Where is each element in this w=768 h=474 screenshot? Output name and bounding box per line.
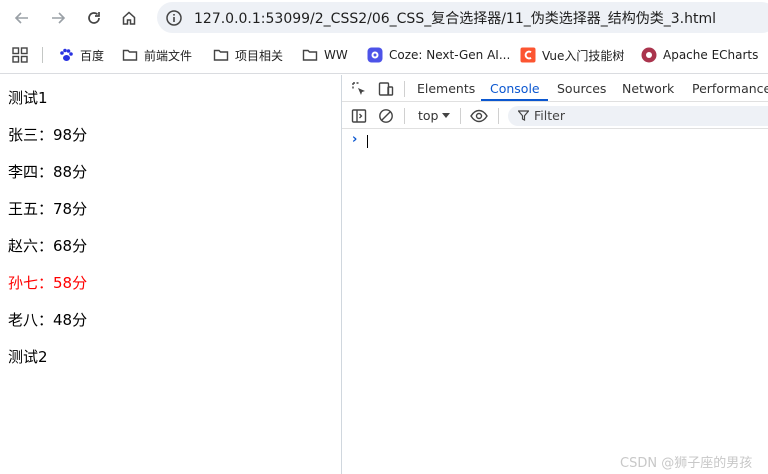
bookmark-baidu[interactable]: 百度	[58, 45, 104, 65]
forward-arrow-icon	[52, 12, 66, 24]
bookmarks-bar: 百度 前端文件 项目相关 WW Coze: Next-Gen AI... Vue…	[0, 36, 768, 74]
console-input-area[interactable]: ›	[342, 130, 768, 474]
clear-console-button[interactable]	[377, 107, 395, 125]
devtools-tab-bar: Elements Console Sources Network Perform…	[342, 75, 768, 102]
filter-funnel-icon	[518, 110, 529, 121]
device-toggle-icon	[378, 82, 394, 96]
site-info-icon[interactable]	[165, 9, 183, 27]
bookmark-label: 项目相关	[235, 48, 284, 63]
home-button[interactable]	[117, 6, 141, 30]
csdn-c-icon	[520, 47, 536, 63]
folder-icon	[213, 49, 229, 61]
echarts-icon	[641, 47, 657, 63]
console-toolbar: top Filter	[342, 103, 768, 129]
toolbar-divider	[404, 81, 405, 97]
forward-button[interactable]	[46, 6, 70, 30]
page-text-line: 赵六：68分	[8, 237, 88, 255]
active-tab-indicator	[481, 99, 548, 101]
page-text-line-highlighted: 孙七：58分	[8, 274, 88, 292]
tab-performance[interactable]: Performance	[692, 81, 768, 96]
tab-network[interactable]: Network	[622, 81, 674, 96]
bookmark-folder-frontend[interactable]: 前端文件	[122, 45, 192, 65]
bookmark-folder-projects[interactable]: 项目相关	[213, 45, 283, 65]
bookmark-vue[interactable]: Vue入门技能树	[520, 45, 624, 65]
page-text-line: 李四：88分	[8, 163, 88, 181]
address-bar[interactable]: 127.0.0.1:53099/2_CSS2/06_CSS_复合选择器/11_伪…	[157, 2, 768, 33]
reload-icon	[88, 12, 100, 24]
bookmark-coze[interactable]: Coze: Next-Gen AI...	[367, 45, 510, 65]
live-expression-button[interactable]	[470, 107, 488, 125]
page-content: 测试1 张三：98分 李四：88分 王五：78分 赵六：68分 孙七：58分 老…	[0, 75, 341, 474]
back-button[interactable]	[10, 6, 34, 30]
apps-button[interactable]	[12, 45, 34, 65]
bookmark-label: WW	[324, 48, 348, 62]
bookmark-label: Vue入门技能树	[542, 48, 625, 63]
clear-console-icon	[379, 109, 393, 123]
bookmark-label: 百度	[80, 48, 105, 63]
browser-toolbar: 127.0.0.1:53099/2_CSS2/06_CSS_复合选择器/11_伪…	[0, 0, 768, 36]
context-selector[interactable]: top	[418, 108, 438, 123]
eye-icon	[470, 109, 488, 123]
coze-icon	[367, 47, 383, 63]
home-icon	[122, 11, 136, 25]
apps-grid-icon	[12, 47, 28, 63]
bookmark-label: Coze: Next-Gen AI...	[389, 48, 511, 62]
toolbar-divider	[498, 108, 499, 124]
toolbar-divider	[460, 108, 461, 124]
page-text-line: 老八：48分	[8, 311, 88, 329]
back-arrow-icon	[14, 12, 28, 24]
bookmark-folder-ww[interactable]: WW	[302, 45, 348, 65]
sidebar-toggle-icon	[351, 109, 367, 123]
tab-elements[interactable]: Elements	[417, 81, 475, 96]
console-filter-input[interactable]: Filter	[508, 106, 768, 126]
context-dropdown-caret-icon[interactable]	[442, 113, 450, 118]
inspect-element-button[interactable]	[350, 80, 368, 98]
bookmark-label: Apache ECharts	[663, 48, 759, 62]
page-text-line: 测试1	[8, 89, 48, 107]
bookmark-label: 前端文件	[144, 48, 193, 63]
show-sidebar-button[interactable]	[350, 107, 368, 125]
url-text[interactable]: 127.0.0.1:53099/2_CSS2/06_CSS_复合选择器/11_伪…	[194, 8, 716, 28]
toolbar-divider	[404, 108, 405, 124]
device-toolbar-button[interactable]	[377, 80, 395, 98]
bookmarks-separator	[42, 47, 43, 63]
filter-placeholder: Filter	[534, 108, 565, 123]
page-text-line: 张三：98分	[8, 126, 88, 144]
devtools-panel: Elements Console Sources Network Perform…	[341, 75, 768, 474]
folder-icon	[302, 49, 318, 61]
bookmark-echarts[interactable]: Apache ECharts	[641, 45, 758, 65]
tab-console[interactable]: Console	[490, 81, 540, 96]
text-caret	[367, 135, 368, 148]
reload-button[interactable]	[82, 6, 106, 30]
page-text-line: 王五：78分	[8, 200, 88, 218]
baidu-paw-icon	[60, 48, 73, 61]
inspect-cursor-icon	[352, 82, 365, 95]
tab-sources[interactable]: Sources	[557, 81, 606, 96]
page-text-line: 测试2	[8, 348, 48, 366]
console-prompt-icon: ›	[352, 132, 358, 147]
folder-icon	[122, 49, 138, 61]
watermark: CSDN @狮子座的男孩	[620, 456, 753, 471]
